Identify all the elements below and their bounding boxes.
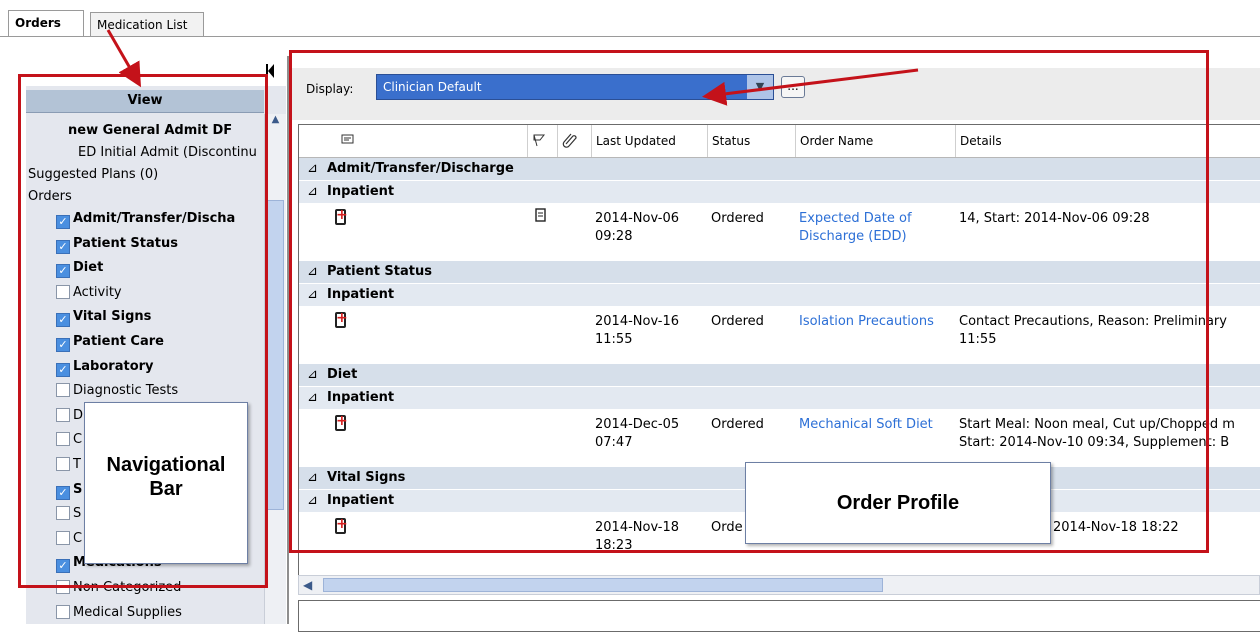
- arrow-tab-to-nav: [106, 29, 141, 88]
- arrow-to-display-select: [702, 68, 919, 106]
- annotation-arrows: [106, 29, 919, 106]
